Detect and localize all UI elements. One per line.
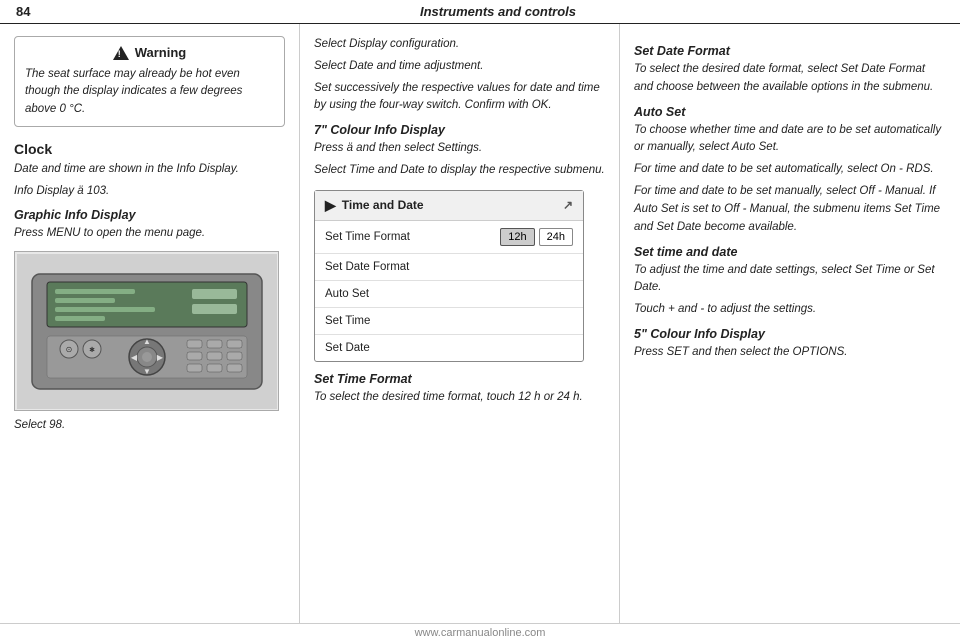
svg-text:◀: ◀ (130, 353, 137, 362)
auto-set-heading: Auto Set (634, 105, 946, 119)
auto-set-label: Auto Set (325, 288, 369, 300)
dialog-row-auto-set[interactable]: Auto Set (315, 281, 583, 308)
dialog-title: Time and Date (342, 198, 424, 212)
set-time-format-text: To select the desired time format, touch… (314, 389, 605, 407)
date-format-label: Set Date Format (325, 261, 409, 273)
auto-set-text3: For time and date to be set manually, se… (634, 183, 946, 236)
dialog-header: ▶ Time and Date ↗ (315, 191, 583, 221)
mid-text4: Press ä and then select Settings. (314, 140, 605, 158)
page-number: 84 (16, 4, 52, 19)
set-time-date-text2: Touch + and - to adjust the settings. (634, 301, 946, 319)
mid-text1: Select Display configuration. (314, 36, 605, 54)
footer-url: www.carmanualonline.com (415, 627, 546, 639)
set-time-date-heading: Set time and date (634, 245, 946, 259)
set-date-format-text: To select the desired date format, selec… (634, 61, 946, 97)
time-date-dialog: ▶ Time and Date ↗ Set Time Format 12h 24… (314, 190, 584, 362)
graphic-info-heading: Graphic Info Display (14, 208, 285, 222)
colour-display-5-text: Press SET and then select the OPTIONS. (634, 344, 946, 362)
warning-title: Warning (25, 45, 274, 60)
page-header: 84 Instruments and controls (0, 0, 960, 24)
clock-text1: Date and time are shown in the Info Disp… (14, 161, 285, 179)
time-format-label: Set Time Format (325, 231, 410, 243)
set-time-date-text: To adjust the time and date settings, se… (634, 262, 946, 298)
dialog-play-icon: ▶ (325, 197, 336, 214)
dialog-row-set-date[interactable]: Set Date (315, 335, 583, 361)
dialog-row-time-format[interactable]: Set Time Format 12h 24h (315, 221, 583, 254)
dialog-row-set-time[interactable]: Set Time (315, 308, 583, 335)
dialog-close-icon[interactable]: ↗ (563, 198, 573, 212)
time-format-options: 12h 24h (500, 228, 573, 246)
colour-display-5-heading: 5" Colour Info Display (634, 327, 946, 341)
clock-heading: Clock (14, 141, 285, 157)
svg-text:⊙: ⊙ (65, 345, 72, 354)
svg-text:▼: ▼ (143, 367, 151, 376)
mid-text3: Set successively the respective values f… (314, 80, 605, 116)
select-label: Select 98. (14, 419, 285, 431)
warning-body: The seat surface may already be hot even… (25, 66, 274, 118)
set-date-label: Set Date (325, 342, 370, 354)
device-image: ⊙ ✱ ▲ ▼ ◀ ▶ (14, 251, 279, 411)
set-date-format-heading: Set Date Format (634, 44, 946, 58)
page-title: Instruments and controls (52, 4, 944, 19)
warning-box: Warning The seat surface may already be … (14, 36, 285, 127)
colour-display-heading: 7" Colour Info Display (314, 123, 605, 137)
auto-set-text2: For time and date to be set automaticall… (634, 161, 946, 179)
content-area: Warning The seat surface may already be … (0, 24, 960, 634)
warning-label: Warning (135, 45, 187, 60)
mid-text5: Select Time and Date to display the resp… (314, 162, 605, 180)
format-24h-button[interactable]: 24h (539, 228, 573, 246)
svg-text:▲: ▲ (143, 337, 151, 346)
graphic-info-text: Press MENU to open the menu page. (14, 225, 285, 243)
clock-text2: Info Display ä 103. (14, 183, 285, 201)
svg-text:✱: ✱ (89, 346, 95, 354)
auto-set-text1: To choose whether time and date are to b… (634, 122, 946, 158)
mid-text2: Select Date and time adjustment. (314, 58, 605, 76)
format-12h-button[interactable]: 12h (500, 228, 534, 246)
right-column: Set Date Format To select the desired da… (620, 24, 960, 634)
middle-column: Select Display configuration. Select Dat… (300, 24, 620, 634)
svg-text:▶: ▶ (156, 353, 163, 362)
footer-bar: www.carmanualonline.com (0, 623, 960, 642)
left-column: Warning The seat surface may already be … (0, 24, 300, 634)
warning-triangle-icon (113, 46, 129, 60)
console-illustration: ⊙ ✱ ▲ ▼ ◀ ▶ (17, 254, 277, 409)
dialog-header-left: ▶ Time and Date (325, 197, 424, 214)
dialog-row-date-format[interactable]: Set Date Format (315, 254, 583, 281)
set-time-format-heading: Set Time Format (314, 372, 605, 386)
set-time-label: Set Time (325, 315, 370, 327)
